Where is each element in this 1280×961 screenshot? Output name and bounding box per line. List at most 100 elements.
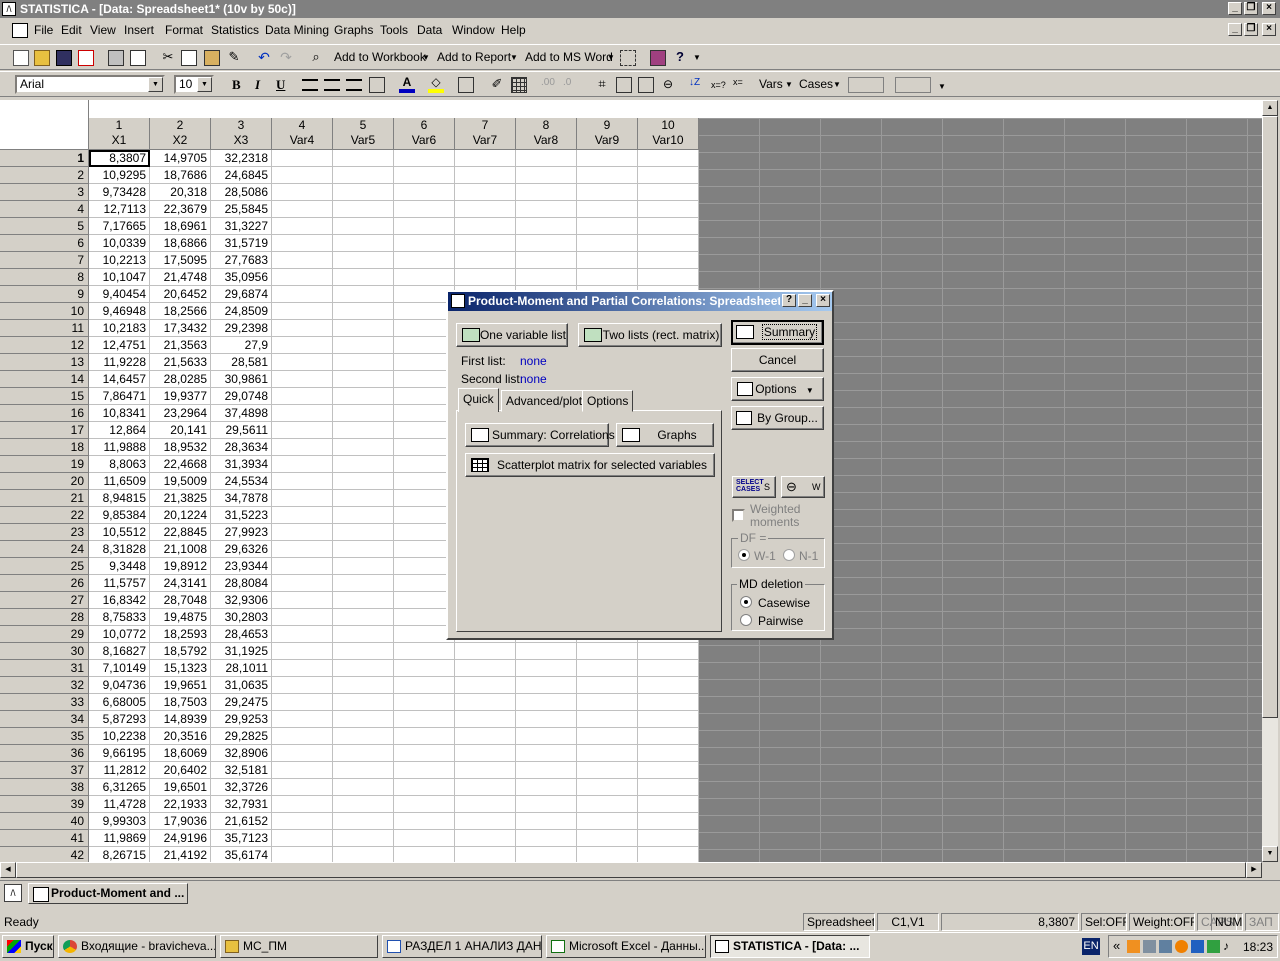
chevron-down-icon[interactable]: ▼ [938,82,946,91]
table-cell[interactable]: 21,5633 [150,354,211,371]
pdf-icon[interactable] [78,50,94,66]
table-cell[interactable]: 10,0772 [89,626,150,643]
menu-edit[interactable]: Edit [61,23,82,37]
table-cell[interactable]: 24,9196 [150,830,211,847]
table-cell[interactable]: 20,141 [150,422,211,439]
row-header[interactable]: 33 [0,694,89,711]
table-cell[interactable] [394,677,455,694]
table-cell[interactable]: 30,2803 [211,609,272,626]
tab-quick[interactable]: Quick [458,388,499,412]
add-to-workbook-button[interactable]: Add to Workbook [334,50,426,64]
table-cell[interactable]: 28,581 [211,354,272,371]
row-header[interactable]: 21 [0,490,89,507]
row-header[interactable]: 23 [0,524,89,541]
menu-help[interactable]: Help [501,23,526,37]
table-cell[interactable]: 10,9295 [89,167,150,184]
table-cell[interactable]: 12,864 [89,422,150,439]
decimal-decrease-icon[interactable]: .0 [563,77,579,93]
print-preview-icon[interactable] [130,50,146,66]
weight-icon[interactable]: ⊖ [660,77,676,93]
table-cell[interactable]: 29,2825 [211,728,272,745]
table-cell[interactable] [577,694,638,711]
table-cell[interactable] [333,320,394,337]
dialog-help-button[interactable]: ? [782,294,796,307]
menu-format[interactable]: Format [165,23,203,37]
table-cell[interactable] [455,269,516,286]
dialog-close-button[interactable]: × [816,294,830,307]
table-cell[interactable] [272,235,333,252]
row-header[interactable]: 39 [0,796,89,813]
table-cell[interactable] [394,813,455,830]
table-cell[interactable] [638,201,699,218]
table-cell[interactable]: 8,75833 [89,609,150,626]
table-cell[interactable] [333,218,394,235]
table-cell[interactable] [333,694,394,711]
table-cell[interactable]: 20,1224 [150,507,211,524]
cases-menu[interactable]: Cases [799,77,833,91]
table-cell[interactable]: 28,5086 [211,184,272,201]
row-header[interactable]: 30 [0,643,89,660]
decimal-increase-icon[interactable]: .00 [541,77,557,93]
row-header[interactable]: 22 [0,507,89,524]
table-cell[interactable] [272,337,333,354]
table-cell[interactable] [272,405,333,422]
table-cell[interactable] [272,218,333,235]
table-cell[interactable] [272,507,333,524]
table-cell[interactable] [516,813,577,830]
taskbar-item-folder[interactable]: МС_ПМ [220,935,378,958]
table-cell[interactable]: 9,99303 [89,813,150,830]
table-cell[interactable] [272,762,333,779]
table-cell[interactable] [455,694,516,711]
table-cell[interactable] [455,847,516,862]
table-cell[interactable] [272,252,333,269]
row-header[interactable]: 4 [0,201,89,218]
chevron-down-icon[interactable]: ▼ [422,53,430,62]
table-cell[interactable]: 9,40454 [89,286,150,303]
table-cell[interactable]: 31,1925 [211,643,272,660]
tray-app-icon[interactable] [1191,940,1204,953]
table-cell[interactable]: 31,3934 [211,456,272,473]
table-cell[interactable] [333,405,394,422]
table-cell[interactable]: 22,3679 [150,201,211,218]
table-cell[interactable] [638,252,699,269]
workbook-tab[interactable]: Product-Moment and ... [28,883,188,904]
table-cell[interactable]: 28,8084 [211,575,272,592]
table-cell[interactable] [638,184,699,201]
table-cell[interactable]: 20,318 [150,184,211,201]
redo-icon[interactable]: ↷ [278,50,294,66]
table-cell[interactable] [455,235,516,252]
row-header[interactable]: 26 [0,575,89,592]
table-cell[interactable]: 19,6501 [150,779,211,796]
row-header[interactable]: 16 [0,405,89,422]
table-cell[interactable] [577,830,638,847]
table-cell[interactable]: 8,8063 [89,456,150,473]
table-cell[interactable]: 17,9036 [150,813,211,830]
table-cell[interactable]: 14,8939 [150,711,211,728]
table-cell[interactable] [333,252,394,269]
dialog-minimize-button[interactable]: _ [798,294,812,307]
table-cell[interactable] [577,796,638,813]
language-indicator[interactable]: EN [1082,938,1100,955]
table-cell[interactable] [272,694,333,711]
table-cell[interactable]: 9,04736 [89,677,150,694]
table-cell[interactable] [333,626,394,643]
row-header[interactable]: 20 [0,473,89,490]
table-cell[interactable]: 32,9306 [211,592,272,609]
table-cell[interactable] [577,779,638,796]
cases-icon[interactable] [638,77,654,93]
italic-button[interactable]: I [255,77,260,93]
table-cell[interactable]: 25,5845 [211,201,272,218]
table-cell[interactable] [638,660,699,677]
taskbar-item-chrome[interactable]: Входящие - bravicheva... [58,935,216,958]
table-cell[interactable] [333,592,394,609]
taskbar-item-statistica[interactable]: STATISTICA - [Data: ... [710,935,870,958]
table-cell[interactable] [272,524,333,541]
table-cell[interactable] [577,711,638,728]
table-cell[interactable]: 21,1008 [150,541,211,558]
table-cell[interactable]: 8,3807 [89,150,150,167]
table-cell[interactable] [455,184,516,201]
table-cell[interactable]: 21,3825 [150,490,211,507]
table-cell[interactable]: 10,0339 [89,235,150,252]
column-header[interactable]: 2 X2 [150,118,211,150]
table-cell[interactable] [394,762,455,779]
